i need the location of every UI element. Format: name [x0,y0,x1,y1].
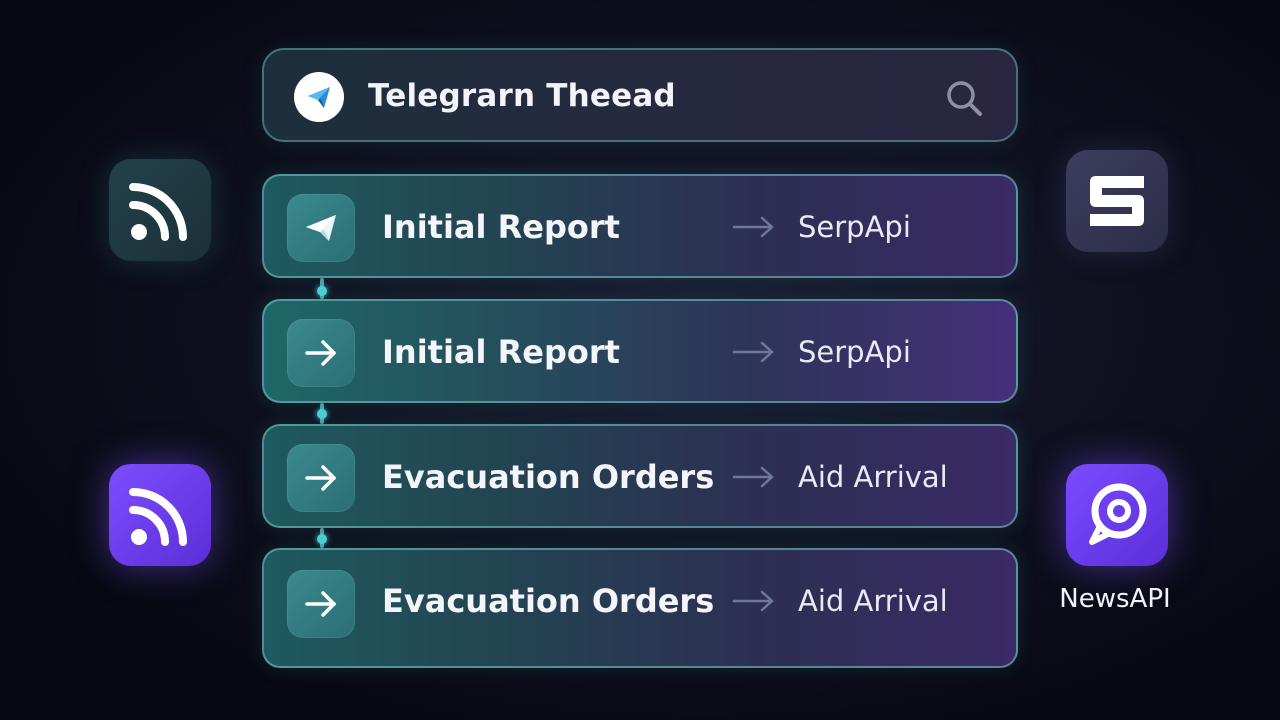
flow-row[interactable]: Initial Report SerpApi [262,174,1018,278]
search-bar[interactable]: Telegrarn Theead [262,48,1018,142]
arrow-right-icon [287,444,355,512]
thread-title: Telegrarn Theead [368,78,676,114]
row-destination: Aid Arrival [798,460,948,494]
telegram-icon [294,72,344,122]
row-destination: SerpApi [798,210,911,244]
connector-dot [317,409,327,419]
row-label: Evacuation Orders [382,458,715,496]
arrow-right-icon [287,319,355,387]
newsapi-icon[interactable] [1066,464,1168,566]
row-destination: Aid Arrival [798,584,948,618]
flow-row[interactable]: Evacuation Orders Aid Arrival [262,548,1018,668]
arrow-right-icon [732,465,776,489]
flow-row[interactable]: Evacuation Orders Aid Arrival [262,424,1018,528]
newsapi-label: NewsAPI [1059,584,1171,614]
search-icon[interactable] [944,78,984,118]
row-label: Evacuation Orders [382,582,715,620]
s-logo-icon[interactable] [1066,150,1168,252]
arrow-right-icon [732,215,776,239]
row-label: Initial Report [382,333,620,371]
rss-icon[interactable] [109,159,211,261]
row-label: Initial Report [382,208,620,246]
arrow-right-icon [732,340,776,364]
telegram-plane-icon [287,194,355,262]
connector-dot [317,286,327,296]
flow-row[interactable]: Initial Report SerpApi [262,299,1018,403]
arrow-right-icon [732,589,776,613]
arrow-right-icon [287,570,355,638]
row-destination: SerpApi [798,335,911,369]
connector-dot [317,534,327,544]
rss-icon[interactable] [109,464,211,566]
